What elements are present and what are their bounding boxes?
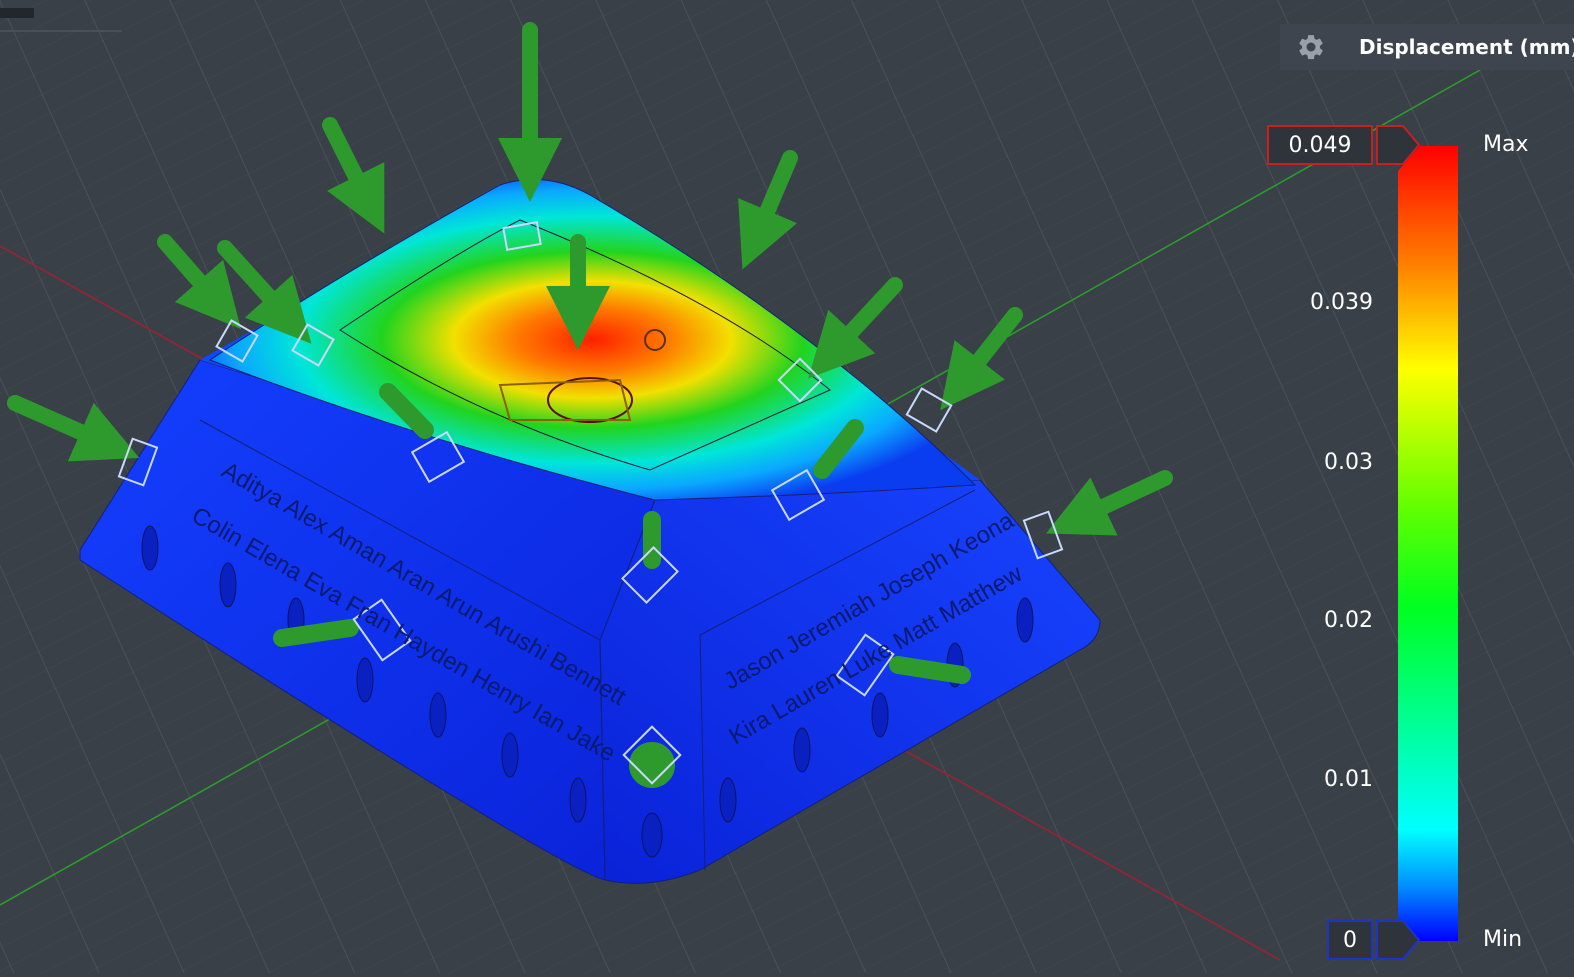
scale-tick-label: 0.039 — [1310, 290, 1373, 315]
max-slider-handle[interactable] — [1375, 124, 1421, 166]
legend-title: Displacement (mm) — [1359, 35, 1574, 59]
min-value-input[interactable]: 0 — [1327, 920, 1373, 960]
max-value-input[interactable]: 0.049 — [1267, 125, 1373, 165]
max-label: Max — [1483, 132, 1529, 157]
toolbar-divider — [0, 30, 122, 32]
min-label: Min — [1483, 927, 1523, 952]
scale-tick-label: 0.03 — [1324, 450, 1373, 475]
min-slider-handle[interactable] — [1375, 919, 1421, 961]
gear-icon[interactable] — [1296, 32, 1326, 62]
scale-tick-label: 0.01 — [1324, 767, 1373, 792]
color-scale-bar — [1398, 146, 1458, 941]
legend-header: Displacement (mm) — [1280, 24, 1574, 70]
toolbar-fragment — [0, 8, 34, 18]
scale-tick-label: 0.02 — [1324, 608, 1373, 633]
